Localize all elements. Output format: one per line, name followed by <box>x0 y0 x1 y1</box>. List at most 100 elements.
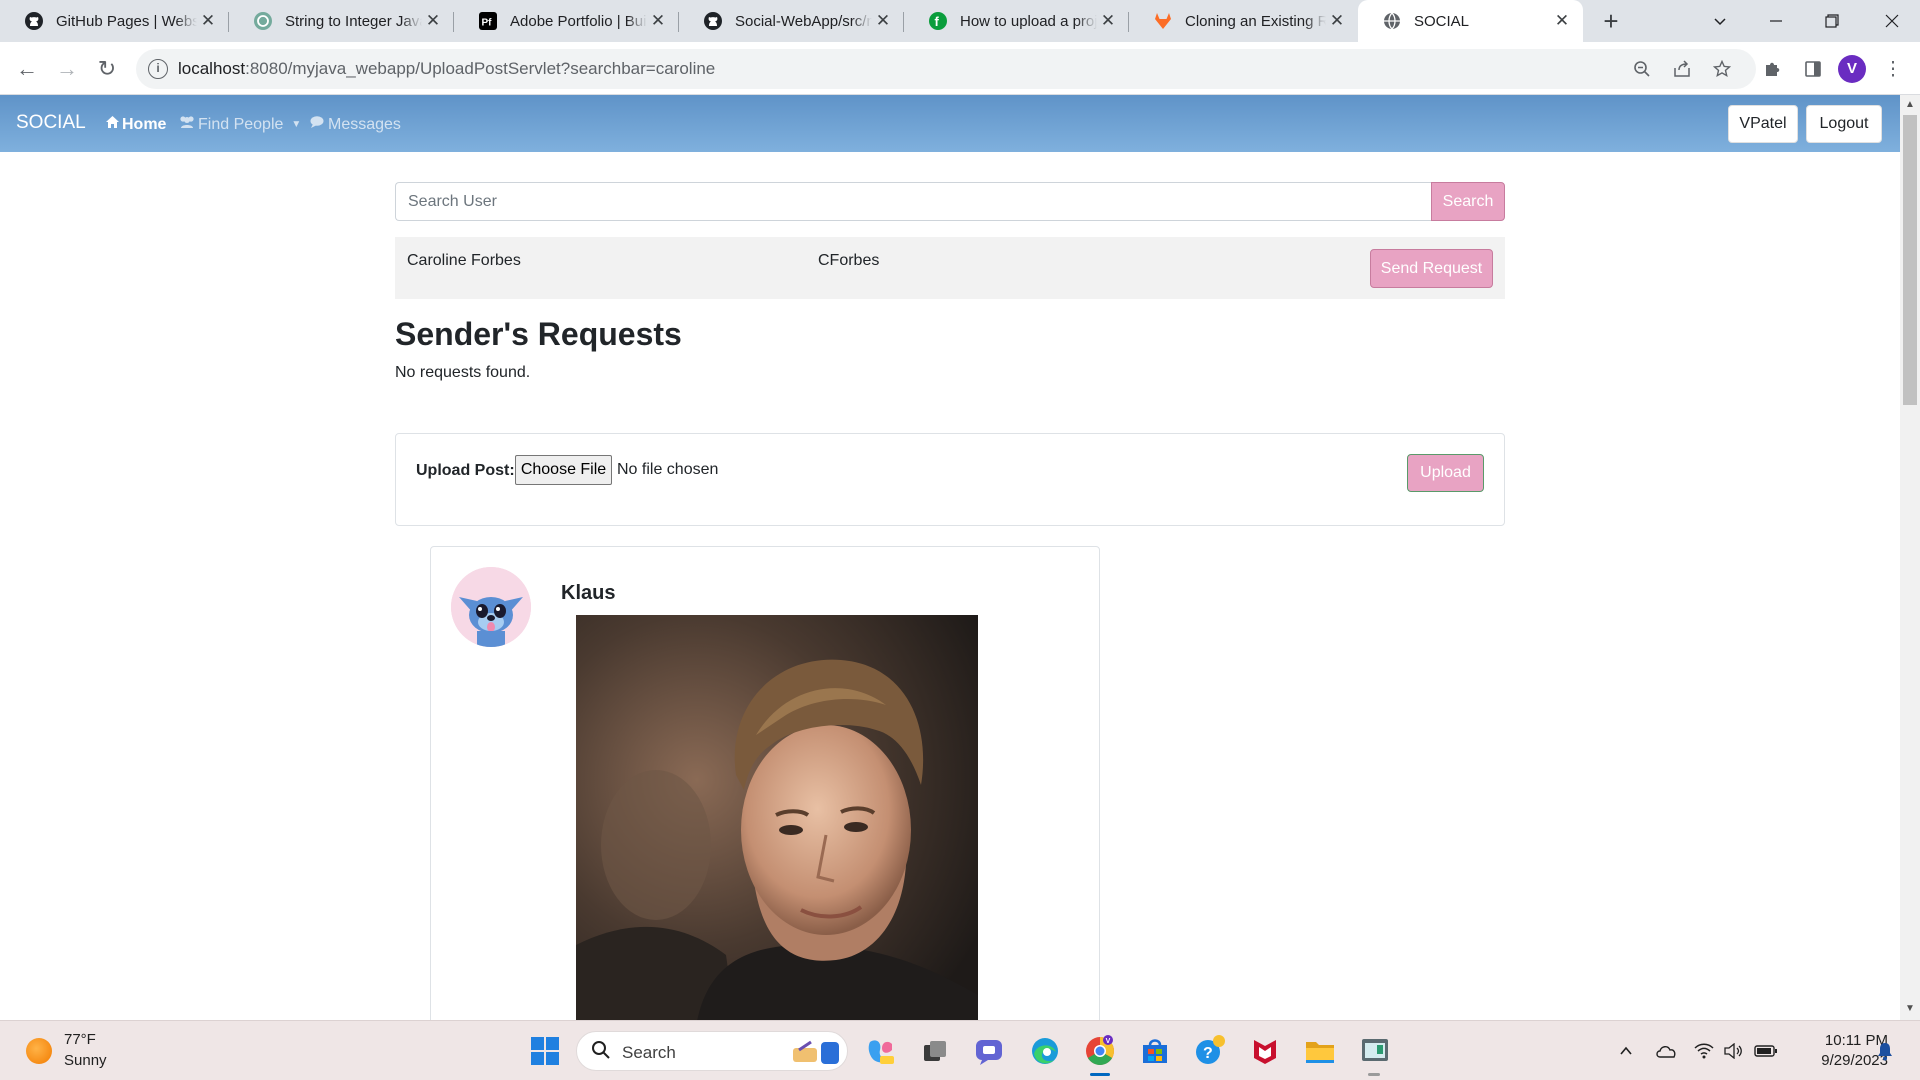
wifi-icon[interactable] <box>1692 1039 1716 1063</box>
site-brand[interactable]: SOCIAL <box>16 112 86 134</box>
user-profile-button[interactable]: VPatel <box>1728 105 1798 143</box>
volume-icon[interactable] <box>1721 1039 1745 1063</box>
home-icon <box>105 115 120 134</box>
tab-search-chevron-icon[interactable] <box>1692 0 1748 42</box>
show-hidden-icons-chevron-icon[interactable] <box>1614 1039 1638 1063</box>
back-arrow-icon[interactable]: ← <box>12 54 42 84</box>
scroll-down-arrow-icon[interactable]: ▼ <box>1904 1003 1916 1014</box>
profile-avatar[interactable]: V <box>1838 55 1866 83</box>
close-icon[interactable]: ✕ <box>647 10 669 32</box>
site-info-icon[interactable]: i <box>148 59 168 79</box>
teams-chat-icon[interactable] <box>972 1034 1006 1068</box>
extensions-puzzle-icon[interactable] <box>1758 54 1788 84</box>
chrome-active-indicator <box>1090 1073 1110 1076</box>
app-window-icon[interactable] <box>1358 1034 1392 1068</box>
globe-icon <box>1382 11 1402 31</box>
browser-tab-cloning-repo[interactable]: Cloning an Existing Repository ✕ <box>1129 0 1358 42</box>
restore-button[interactable] <box>1804 0 1860 42</box>
file-status-text: No file chosen <box>617 461 719 478</box>
close-icon[interactable]: ✕ <box>1326 10 1348 32</box>
scroll-up-arrow-icon[interactable]: ▲ <box>1904 99 1916 110</box>
weather-temperature[interactable]: 77°F <box>64 1031 96 1048</box>
side-panel-icon[interactable] <box>1798 54 1828 84</box>
reload-icon[interactable]: ↻ <box>92 54 122 84</box>
nav-messages-label: Messages <box>328 115 401 133</box>
weather-condition[interactable]: Sunny <box>64 1052 107 1069</box>
close-icon[interactable]: ✕ <box>197 10 219 32</box>
tab-title: SOCIAL <box>1414 12 1470 30</box>
mcafee-icon[interactable] <box>1248 1034 1282 1068</box>
nav-home-label: Home <box>122 115 167 133</box>
tab-title: How to upload a project to GitHub <box>960 12 1097 30</box>
browser-tab-social-webapp-repo[interactable]: Social-WebApp/src/main ✕ <box>679 0 904 42</box>
url-path: :8080/myjava_webapp/UploadPostServlet?se… <box>245 59 716 78</box>
battery-icon[interactable] <box>1754 1039 1778 1063</box>
forward-arrow-icon[interactable]: → <box>52 54 82 84</box>
file-explorer-icon[interactable] <box>1303 1034 1337 1068</box>
post-photo <box>576 615 978 1027</box>
close-icon[interactable]: ✕ <box>1097 10 1119 32</box>
windows-start-icon[interactable] <box>528 1034 562 1068</box>
github-icon <box>24 11 44 31</box>
svg-text:Pf: Pf <box>482 18 493 29</box>
notification-bell-icon[interactable] <box>1873 1039 1897 1063</box>
onedrive-cloud-icon[interactable] <box>1654 1039 1678 1063</box>
close-icon[interactable]: ✕ <box>422 10 444 32</box>
microsoft-store-icon[interactable] <box>1138 1034 1172 1068</box>
search-result-row: Caroline Forbes CForbes Send Request <box>395 237 1505 299</box>
zoom-icon[interactable] <box>1630 57 1654 81</box>
nav-home-link[interactable]: Home <box>105 115 166 134</box>
users-icon <box>178 115 196 134</box>
openai-icon <box>253 11 273 31</box>
send-request-button[interactable]: Send Request <box>1370 249 1493 288</box>
minimize-button[interactable] <box>1748 0 1804 42</box>
svg-text:f: f <box>935 14 940 29</box>
browser-tab-upload-project[interactable]: f How to upload a project to GitHub ✕ <box>904 0 1129 42</box>
browser-tab-adobe-portfolio[interactable]: Pf Adobe Portfolio | Build your portfoli… <box>454 0 679 42</box>
post-author-avatar[interactable] <box>451 567 531 647</box>
post-card: Klaus <box>430 546 1100 1027</box>
browser-tab-strip: GitHub Pages | Websites for you and your… <box>0 0 1920 42</box>
gitlab-icon <box>1153 11 1173 31</box>
browser-tab-string-to-integer[interactable]: String to Integer Java ✕ <box>229 0 454 42</box>
nav-find-people-dropdown[interactable]: Find People ▼ <box>178 115 301 134</box>
share-icon[interactable] <box>1670 57 1694 81</box>
get-help-icon[interactable]: ? <box>1193 1034 1227 1068</box>
browser-tab-social[interactable]: SOCIAL ✕ <box>1358 0 1583 42</box>
windows-taskbar: 77°F Sunny Search V ? 10:11 PM 9/29/2023 <box>0 1020 1920 1080</box>
search-user-input[interactable] <box>395 182 1432 221</box>
url-text[interactable]: localhost:8080/myjava_webapp/UploadPostS… <box>178 59 715 79</box>
bookmark-star-icon[interactable] <box>1710 57 1734 81</box>
site-navbar: SOCIAL Home Find People ▼ Messages VPate… <box>0 95 1900 152</box>
logout-button[interactable]: Logout <box>1806 105 1882 143</box>
adobe-portfolio-icon: Pf <box>478 11 498 31</box>
search-highlight-icon <box>791 1038 843 1071</box>
close-icon[interactable]: ✕ <box>1551 10 1573 32</box>
nav-find-people-label: Find People <box>198 115 284 133</box>
search-icon <box>591 1040 611 1066</box>
tab-title: Cloning an Existing Repository <box>1185 12 1326 30</box>
tab-title: Adobe Portfolio | Build your portfolio w… <box>510 12 647 30</box>
taskbar-search-box[interactable]: Search <box>576 1031 848 1071</box>
copilot-icon[interactable] <box>864 1034 898 1068</box>
svg-text:?: ? <box>1203 1045 1213 1062</box>
nav-messages-link[interactable]: Messages <box>310 115 401 134</box>
sun-weather-icon[interactable] <box>26 1038 52 1064</box>
svg-text:V: V <box>1106 1038 1111 1045</box>
address-bar[interactable]: i localhost:8080/myjava_webapp/UploadPos… <box>136 49 1756 89</box>
chrome-browser-icon[interactable]: V <box>1083 1034 1117 1068</box>
upload-button[interactable]: Upload <box>1407 454 1484 492</box>
scrollbar-thumb[interactable] <box>1903 115 1917 405</box>
browser-menu-icon[interactable]: ⋮ <box>1878 54 1908 84</box>
close-window-button[interactable] <box>1864 0 1920 42</box>
edge-browser-icon[interactable] <box>1028 1034 1062 1068</box>
task-view-icon[interactable] <box>918 1034 952 1068</box>
browser-tab-github-pages[interactable]: GitHub Pages | Websites for you and your… <box>0 0 229 42</box>
search-button[interactable]: Search <box>1431 182 1505 221</box>
senders-requests-heading: Sender's Requests <box>395 316 682 352</box>
app-running-indicator <box>1368 1073 1380 1076</box>
choose-file-button[interactable]: Choose File <box>515 455 612 485</box>
close-icon[interactable]: ✕ <box>872 10 894 32</box>
comments-icon <box>310 115 326 134</box>
new-tab-button[interactable]: + <box>1596 7 1626 37</box>
